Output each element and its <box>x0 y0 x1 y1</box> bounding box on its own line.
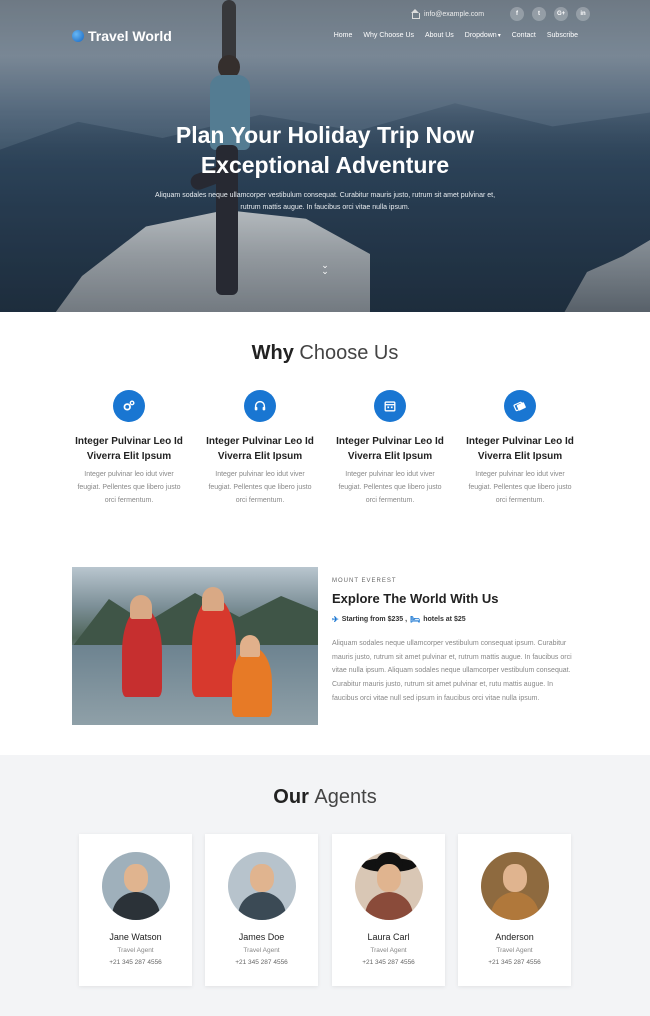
double-chevron-down-icon[interactable]: ⌄ ⌄ <box>319 261 331 276</box>
feature-card: Integer Pulvinar Leo Id Viverra Elit Ips… <box>64 390 194 507</box>
nav-home[interactable]: Home <box>334 32 353 39</box>
twitter-icon[interactable]: t <box>532 7 547 21</box>
feature-title: Integer Pulvinar Leo Id Viverra Elit Ips… <box>336 436 444 462</box>
agent-role: Travel Agent <box>117 947 154 954</box>
navbar: Travel World info@example.com f t G+ in … <box>0 0 650 60</box>
agents-section-title: Our Agents <box>0 786 650 809</box>
agent-card[interactable]: Anderson Travel Agent +21 345 287 4556 <box>458 834 571 986</box>
topbar: info@example.com f t G+ in <box>410 7 591 21</box>
feature-text: Integer pulvinar leo idut viver feugiat.… <box>338 471 442 504</box>
calendar-icon <box>374 390 406 422</box>
feature-title: Integer Pulvinar Leo Id Viverra Elit Ips… <box>75 436 183 462</box>
cogs-icon <box>113 390 145 422</box>
hero-title-line2: Exceptional Adventure <box>200 152 450 178</box>
nav-why-choose-us[interactable]: Why Choose Us <box>363 32 414 39</box>
agent-phone: +21 345 287 4556 <box>235 959 288 966</box>
avatar <box>480 852 549 920</box>
nav-about-us[interactable]: About Us <box>425 32 454 39</box>
agent-card[interactable]: Laura Carl Travel Agent +21 345 287 4556 <box>332 834 445 986</box>
linkedin-icon[interactable]: in <box>576 7 591 21</box>
agents-title-bold: Our <box>273 786 309 808</box>
hero-banner: Travel World info@example.com f t G+ in … <box>0 0 650 312</box>
feature-card: Integer Pulvinar Leo Id Viverra Elit Ips… <box>455 390 585 507</box>
agent-name: James Doe <box>238 932 285 942</box>
agent-role: Travel Agent <box>496 947 533 954</box>
explore-title: Explore The World With Us <box>332 591 499 606</box>
agents-title-light: Agents <box>314 786 377 808</box>
explore-prices: ✈ Starting from $235 , 🛏 hotels at $25 <box>332 615 466 624</box>
avatar <box>227 852 296 920</box>
brand-name: Travel World <box>88 28 172 44</box>
why-title-bold: Why <box>251 342 294 364</box>
main-menu: Home Why Choose Us About Us Dropdown Con… <box>334 32 578 39</box>
hero-title: Plan Your Holiday Trip Now Exceptional A… <box>0 120 650 180</box>
agent-card[interactable]: James Doe Travel Agent +21 345 287 4556 <box>205 834 318 986</box>
plane-icon: ✈ <box>332 615 339 624</box>
google-plus-icon[interactable]: G+ <box>554 7 569 21</box>
facebook-icon[interactable]: f <box>510 7 525 21</box>
explore-photo <box>72 567 318 725</box>
agent-card[interactable]: Jane Watson Travel Agent +21 345 287 455… <box>79 834 192 986</box>
nav-dropdown[interactable]: Dropdown <box>465 32 501 39</box>
feature-text: Integer pulvinar leo idut viver feugiat.… <box>468 471 572 504</box>
explore-subtitle: MOUNT EVEREST <box>332 578 397 584</box>
headphones-icon <box>244 390 276 422</box>
why-title-light: Choose Us <box>299 342 399 364</box>
nav-subscribe[interactable]: Subscribe <box>547 32 578 39</box>
agent-role: Travel Agent <box>243 947 280 954</box>
nav-contact[interactable]: Contact <box>512 32 536 39</box>
tickets-icon <box>504 390 536 422</box>
explore-description: Aliquam sodales neque ullamcorper vestib… <box>332 640 572 702</box>
why-section-title: Why Choose Us <box>0 342 650 365</box>
bed-icon: 🛏 <box>410 615 421 624</box>
flight-price: Starting from $235 , <box>341 616 408 623</box>
feature-title: Integer Pulvinar Leo Id Viverra Elit Ips… <box>206 436 314 462</box>
home-icon <box>410 9 420 19</box>
agent-phone: +21 345 287 4556 <box>109 959 162 966</box>
agent-name: Anderson <box>495 932 534 942</box>
feature-text: Integer pulvinar leo idut viver feugiat.… <box>77 471 181 504</box>
avatar <box>354 852 423 920</box>
agent-phone: +21 345 287 4556 <box>488 959 541 966</box>
agent-phone: +21 345 287 4556 <box>362 959 415 966</box>
topbar-email[interactable]: info@example.com <box>424 11 484 18</box>
feature-text: Integer pulvinar leo idut viver feugiat.… <box>208 471 312 504</box>
agent-name: Laura Carl <box>367 932 410 942</box>
brand-logo[interactable]: Travel World <box>72 28 172 44</box>
globe-icon <box>72 30 84 42</box>
feature-title: Integer Pulvinar Leo Id Viverra Elit Ips… <box>466 436 574 462</box>
feature-card: Integer Pulvinar Leo Id Viverra Elit Ips… <box>195 390 325 507</box>
agent-role: Travel Agent <box>370 947 407 954</box>
hotel-price: hotels at $25 <box>423 616 466 623</box>
agent-name: Jane Watson <box>109 932 162 942</box>
hero-title-line1: Plan Your Holiday Trip Now <box>175 122 475 148</box>
avatar <box>101 852 170 920</box>
hero-description: Aliquam sodales neque ullamcorper vestib… <box>154 192 496 211</box>
feature-card: Integer Pulvinar Leo Id Viverra Elit Ips… <box>325 390 455 507</box>
